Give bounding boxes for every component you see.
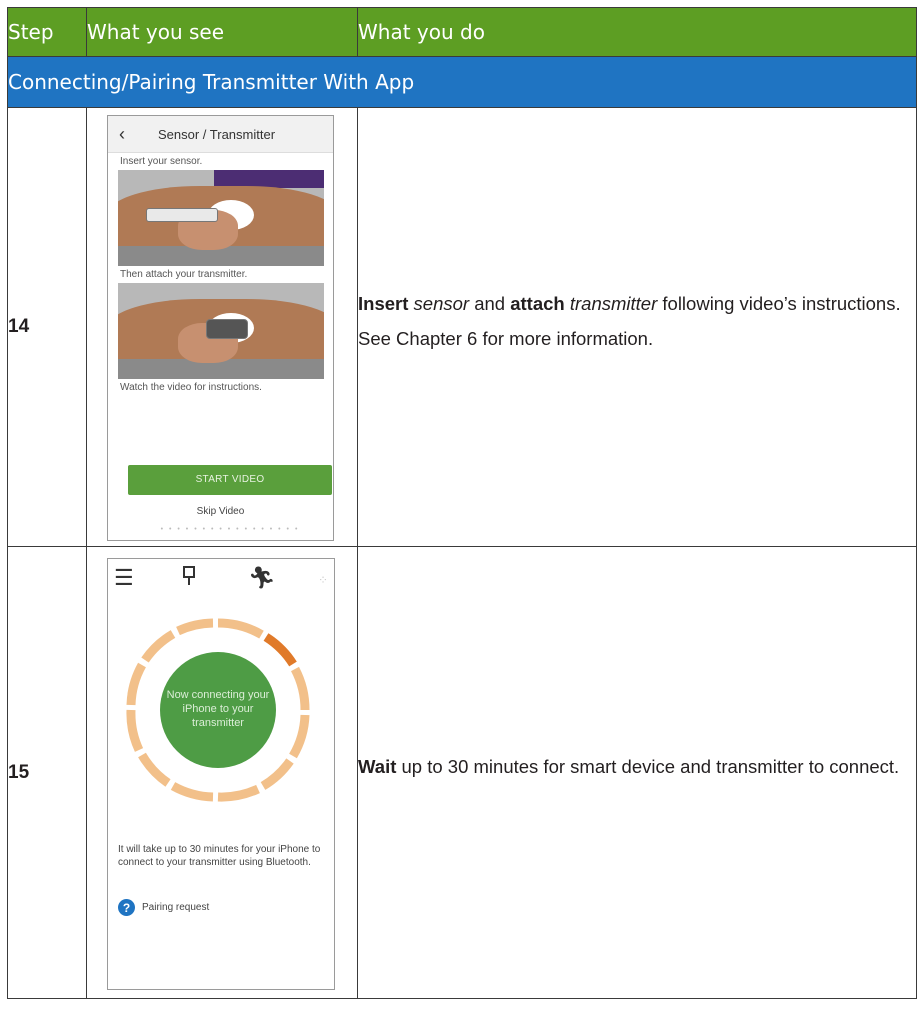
steps-table: Step What you see What you do Connecting… xyxy=(7,7,917,999)
menu-icon[interactable]: ☰ xyxy=(114,565,134,591)
insert-sensor-illustration xyxy=(117,170,324,266)
connection-message: It will take up to 30 minutes for your i… xyxy=(118,844,321,868)
instruction-bold: Wait xyxy=(358,756,397,778)
caption-watch: Watch the video for instructions. xyxy=(120,382,262,393)
transmitter-icon[interactable] xyxy=(182,565,196,595)
instruction-text: and xyxy=(469,293,511,315)
attach-transmitter-illustration xyxy=(117,283,324,379)
phone-screenshot: ☰ 🏃︎ ⁘ Now connecting your iPhone to you… xyxy=(107,558,335,990)
page-indicator-dots: • • • • • • • • • • • • • • • • • xyxy=(160,526,300,533)
instruction-cell: Insert sensor and attach transmitter fol… xyxy=(357,107,917,547)
instruction-bold: Insert xyxy=(358,293,409,315)
instruction-paragraph: Wait up to 30 minutes for smart device a… xyxy=(358,755,916,780)
instruction-italic: sensor xyxy=(413,293,470,315)
connecting-status-text: Now connecting your iPhone to your trans… xyxy=(166,689,270,729)
loading-icon: ⁘ xyxy=(318,573,329,587)
pairing-request-link[interactable]: ? Pairing request xyxy=(118,899,209,916)
instruction-text: following video’s instructions. xyxy=(657,293,901,315)
caption-insert: Insert your sensor. xyxy=(120,156,203,167)
header-row: Step What you see What you do xyxy=(7,7,917,57)
step-number: 14 xyxy=(7,107,87,547)
caption-attach: Then attach your transmitter. xyxy=(120,269,248,280)
step-row: 15 ☰ 🏃︎ ⁘ Now connecting your iPhone to … xyxy=(7,546,917,999)
top-toolbar: ☰ 🏃︎ ⁘ xyxy=(108,559,334,599)
screen-title: Sensor / Transmitter xyxy=(158,126,276,142)
step-number: 15 xyxy=(7,546,87,999)
instruction-text: up to 30 minutes for smart device and tr… xyxy=(396,756,900,778)
back-chevron-icon: ‹ xyxy=(119,123,125,144)
header-step: Step xyxy=(7,7,87,57)
header-what-you-do: What you do xyxy=(357,7,917,57)
activity-icon[interactable]: 🏃︎ xyxy=(248,565,276,591)
nav-bar: ‹ Sensor / Transmitter xyxy=(108,116,333,153)
help-icon: ? xyxy=(118,899,135,916)
header-what-you-see: What you see xyxy=(86,7,358,57)
instruction-italic: transmitter xyxy=(569,293,658,315)
phone-screenshot: ‹ Sensor / Transmitter Insert your senso… xyxy=(107,115,334,541)
step-row: 14 ‹ Sensor / Transmitter Insert your se… xyxy=(7,107,917,547)
screenshot-cell: ☰ 🏃︎ ⁘ Now connecting your iPhone to you… xyxy=(86,546,358,999)
connecting-status-circle: Now connecting your iPhone to your trans… xyxy=(160,652,276,768)
instruction-bold: attach xyxy=(510,293,565,315)
section-title: Connecting/Pairing Transmitter With App xyxy=(7,56,917,108)
pairing-request-label: Pairing request xyxy=(142,902,210,913)
start-video-button[interactable]: START VIDEO xyxy=(128,465,332,495)
section-row: Connecting/Pairing Transmitter With App xyxy=(7,56,917,108)
instruction-paragraph: Insert sensor and attach transmitter fol… xyxy=(358,292,916,317)
skip-video-link[interactable]: Skip Video xyxy=(108,506,333,517)
instruction-note: See Chapter 6 for more information. xyxy=(358,328,654,349)
screenshot-cell: ‹ Sensor / Transmitter Insert your senso… xyxy=(86,107,358,547)
instruction-cell: Wait up to 30 minutes for smart device a… xyxy=(357,546,917,999)
